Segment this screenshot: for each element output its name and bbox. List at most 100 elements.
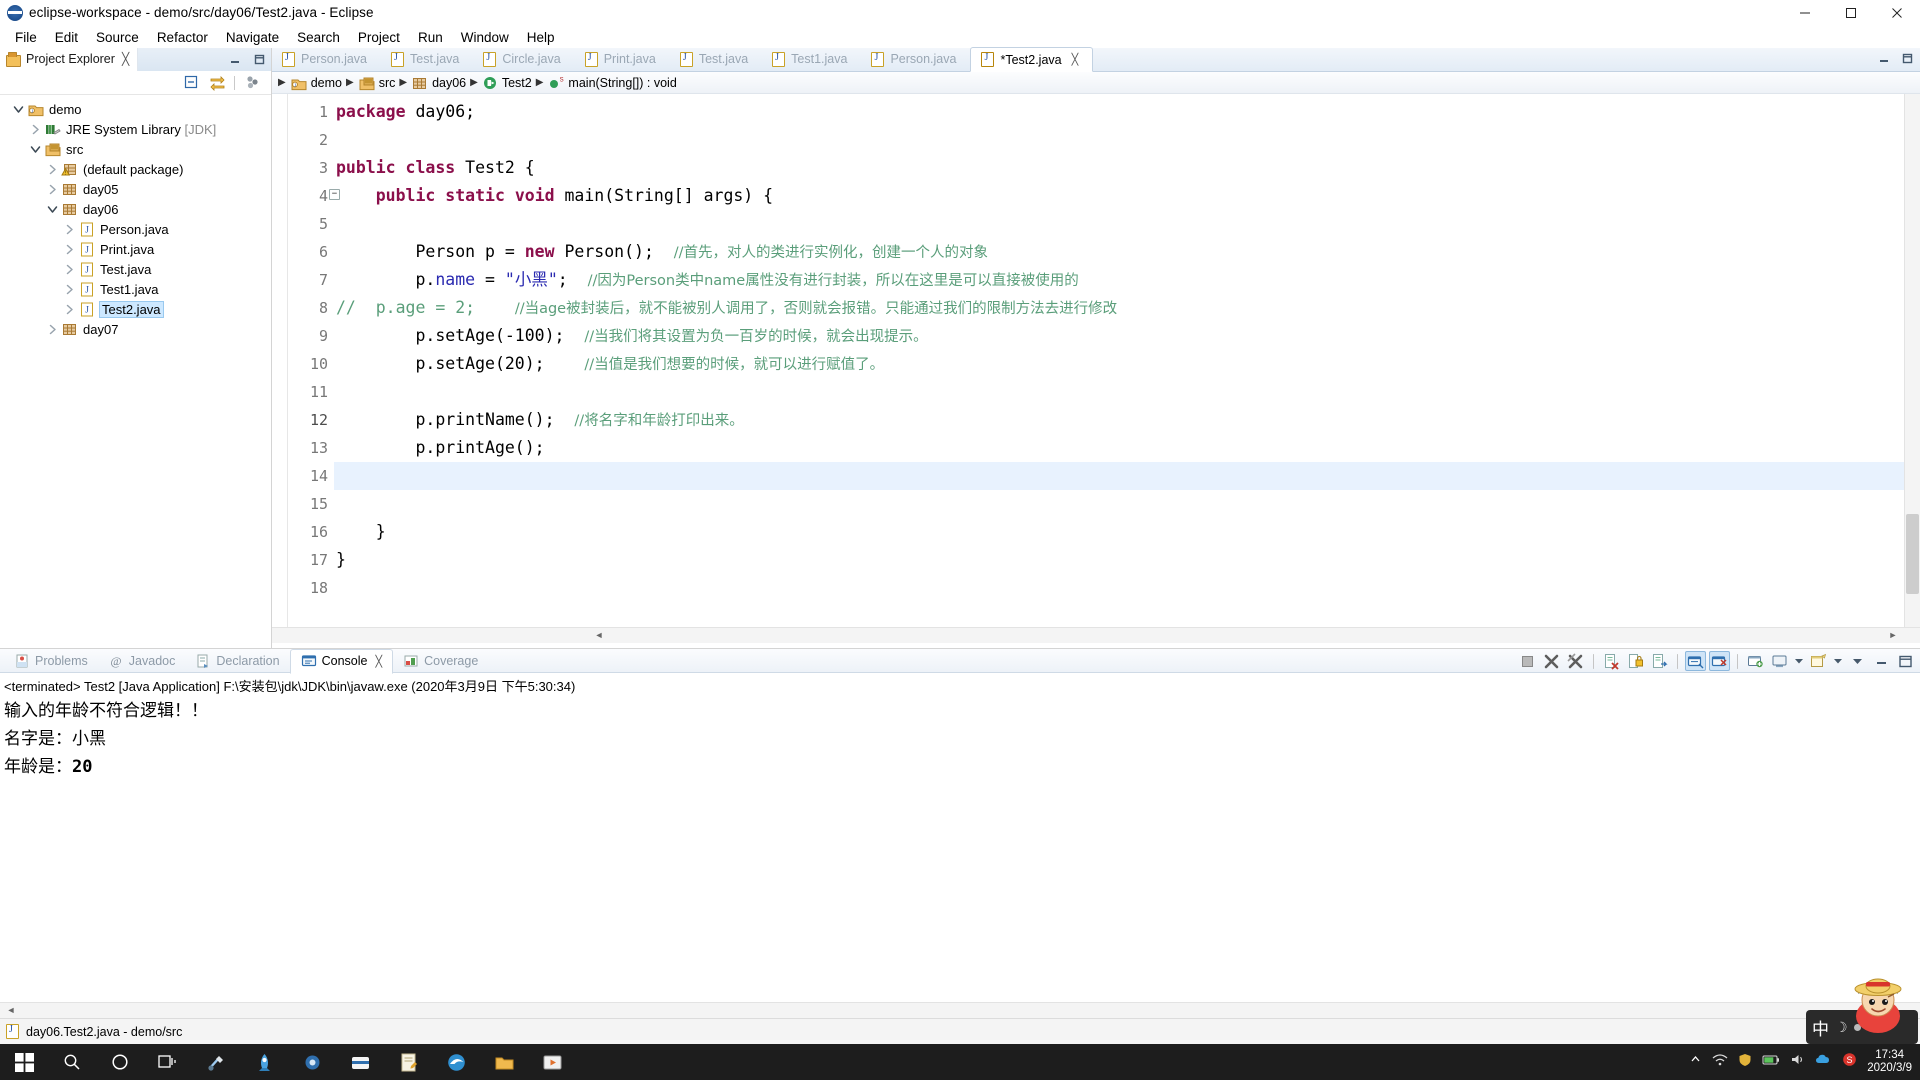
search-icon[interactable] xyxy=(48,1044,96,1080)
app-icon-folder[interactable] xyxy=(480,1044,528,1080)
code-line-2[interactable] xyxy=(334,126,1920,154)
code-line-17[interactable]: } xyxy=(334,546,1920,574)
minimize-editor-icon[interactable] xyxy=(1878,52,1891,70)
breadcrumb-item-test2[interactable]: Test2 xyxy=(482,75,532,91)
security-icon[interactable]: S xyxy=(1842,1052,1857,1072)
code-line-13[interactable]: p.printAge(); xyxy=(334,434,1920,462)
close-icon[interactable]: ╳ xyxy=(375,655,382,668)
maximize-panel-icon[interactable] xyxy=(1895,651,1916,671)
tree-item-test2-java[interactable]: J Test2.java xyxy=(0,299,271,319)
code-line-9[interactable]: p.setAge(-100); //当我们将其设置为负一百岁的时候，就会出现提示… xyxy=(334,322,1920,350)
app-icon-explorer-tools[interactable] xyxy=(192,1044,240,1080)
display-selected-console-icon[interactable] xyxy=(1709,651,1730,671)
show-console-on-output-icon[interactable] xyxy=(1649,651,1670,671)
close-icon[interactable]: ╳ xyxy=(1072,53,1079,66)
tree-item-src[interactable]: src xyxy=(0,139,271,159)
editor-tabrow[interactable]: Person.java Test.java Circle.java Print.jav… xyxy=(272,47,1920,72)
chevron-down-icon[interactable] xyxy=(46,203,59,216)
scroll-left-icon[interactable]: ◄ xyxy=(592,629,606,642)
console-panel-tab-coverage[interactable]: Coverage xyxy=(393,649,488,673)
app-icon-notes[interactable] xyxy=(384,1044,432,1080)
app-icon-settings[interactable] xyxy=(288,1044,336,1080)
new-console-view-icon[interactable] xyxy=(1808,651,1829,671)
breadcrumb[interactable]: ▶ Jdemo ▶ src ▶ day06 ▶ Test2 ▶ Smain(String[]) :… xyxy=(272,72,1920,94)
tree-item-jre-system-library[interactable]: JRE System Library [JDK] xyxy=(0,119,271,139)
menu-search[interactable]: Search xyxy=(288,29,349,46)
tree-item-day05[interactable]: day05 xyxy=(0,179,271,199)
scroll-right-icon[interactable]: ► xyxy=(1886,629,1900,642)
chevron-right-icon[interactable] xyxy=(29,123,42,136)
taskbar-clock[interactable]: 17:34 2020/3/9 xyxy=(1867,1049,1912,1075)
close-button[interactable] xyxy=(1874,0,1920,26)
code-line-12[interactable]: p.printName(); //将名字和年龄打印出来。 xyxy=(334,406,1920,434)
pin-console-icon[interactable] xyxy=(1685,651,1706,671)
maximize-editor-icon[interactable] xyxy=(1901,52,1914,70)
console-tabrow[interactable]: Problems @ Javadoc Declaration Console ╳ Cover… xyxy=(0,648,1920,674)
code-line-5[interactable] xyxy=(334,210,1920,238)
code-line-18[interactable] xyxy=(334,574,1920,602)
menu-navigate[interactable]: Navigate xyxy=(217,29,288,46)
menu-edit[interactable]: Edit xyxy=(46,29,87,46)
start-button[interactable] xyxy=(0,1044,48,1080)
code-line-3[interactable]: public class Test2 { xyxy=(334,154,1920,182)
remove-launch-icon[interactable] xyxy=(1541,651,1562,671)
menu-source[interactable]: Source xyxy=(87,29,148,46)
tree-item-print-java[interactable]: J Print.java xyxy=(0,239,271,259)
tree-item-day07[interactable]: day07 xyxy=(0,319,271,339)
breadcrumb-item-day06[interactable]: day06 xyxy=(411,75,466,91)
code-line-11[interactable] xyxy=(334,378,1920,406)
code-line-6[interactable]: Person p = new Person(); //首先，对人的类进行实例化，… xyxy=(334,238,1920,266)
editor-tab-testjava-1[interactable]: Test.java xyxy=(381,47,473,71)
view-menu-icon[interactable] xyxy=(1847,651,1868,671)
menu-file[interactable]: File xyxy=(6,29,46,46)
maximize-button[interactable] xyxy=(1828,0,1874,26)
ime-widget[interactable]: 中 ☽ xyxy=(1806,972,1918,1044)
app-icon-media[interactable] xyxy=(528,1044,576,1080)
chevron-right-icon[interactable] xyxy=(63,303,76,316)
app-icon-edge[interactable] xyxy=(432,1044,480,1080)
chevron-right-icon[interactable] xyxy=(63,243,76,256)
editor-tab-personjava-6[interactable]: Person.java xyxy=(861,47,970,71)
editor-tab-circlejava-2[interactable]: Circle.java xyxy=(473,47,574,71)
editor-horizontal-scrollbar[interactable]: ◄ ► xyxy=(272,627,1920,643)
chevron-right-icon[interactable] xyxy=(46,323,59,336)
view-menu-icon[interactable] xyxy=(243,74,261,92)
chevron-right-icon[interactable] xyxy=(46,163,59,176)
console-panel-tab-javadoc[interactable]: @ Javadoc xyxy=(98,649,186,673)
breadcrumb-item-src[interactable]: src xyxy=(358,75,395,91)
minimize-panel-icon[interactable] xyxy=(1871,651,1892,671)
editor-tab-test1java-5[interactable]: Test1.java xyxy=(762,47,861,71)
tree-item-test-java[interactable]: J Test.java xyxy=(0,259,271,279)
chevron-down-icon[interactable] xyxy=(1832,651,1844,671)
breadcrumb-item-mainstringvoid[interactable]: Smain(String[]) : void xyxy=(547,75,677,91)
chevron-right-icon[interactable] xyxy=(63,223,76,236)
console-toolbar[interactable] xyxy=(1517,651,1916,671)
editor-vertical-scrollbar[interactable] xyxy=(1904,94,1920,627)
tree-item-default-package[interactable]: ! (default package) xyxy=(0,159,271,179)
code-line-8[interactable]: // p.age = 2; //当age被封装后，就不能被别人调用了，否则就会报… xyxy=(334,294,1920,322)
volume-icon[interactable] xyxy=(1790,1053,1805,1071)
close-icon[interactable]: ╳ xyxy=(122,52,129,66)
code-line-7[interactable]: p.name = "小黑"; //因为Person类中name属性没有进行封装，… xyxy=(334,266,1920,294)
tree-item-test1-java[interactable]: J Test1.java xyxy=(0,279,271,299)
minimize-button[interactable] xyxy=(1782,0,1828,26)
onedrive-icon[interactable] xyxy=(1815,1053,1832,1071)
code-line-14[interactable] xyxy=(334,462,1920,490)
console-panel-tab-problems[interactable]: Problems xyxy=(4,649,98,673)
console-scroll-left-icon[interactable]: ◄ xyxy=(4,1004,18,1017)
battery-icon[interactable] xyxy=(1762,1053,1780,1071)
ime-mode-label[interactable]: 中 xyxy=(1812,1015,1829,1040)
menu-refactor[interactable]: Refactor xyxy=(148,29,217,46)
scrollbar-thumb[interactable] xyxy=(1906,514,1919,594)
remove-all-launches-icon[interactable] xyxy=(1565,651,1586,671)
editor-tab-test2java-7[interactable]: *Test2.java ╳ xyxy=(970,47,1094,72)
shield-icon[interactable] xyxy=(1738,1053,1752,1072)
breadcrumb-item-demo[interactable]: Jdemo xyxy=(290,75,342,91)
editor-tab-printjava-3[interactable]: Print.java xyxy=(575,47,670,71)
app-icon-rocket[interactable] xyxy=(240,1044,288,1080)
chevron-right-icon[interactable] xyxy=(63,283,76,296)
terminate-icon[interactable] xyxy=(1517,651,1538,671)
maximize-view-icon[interactable] xyxy=(251,51,267,67)
minimize-view-icon[interactable] xyxy=(227,51,243,67)
menu-window[interactable]: Window xyxy=(452,29,518,46)
